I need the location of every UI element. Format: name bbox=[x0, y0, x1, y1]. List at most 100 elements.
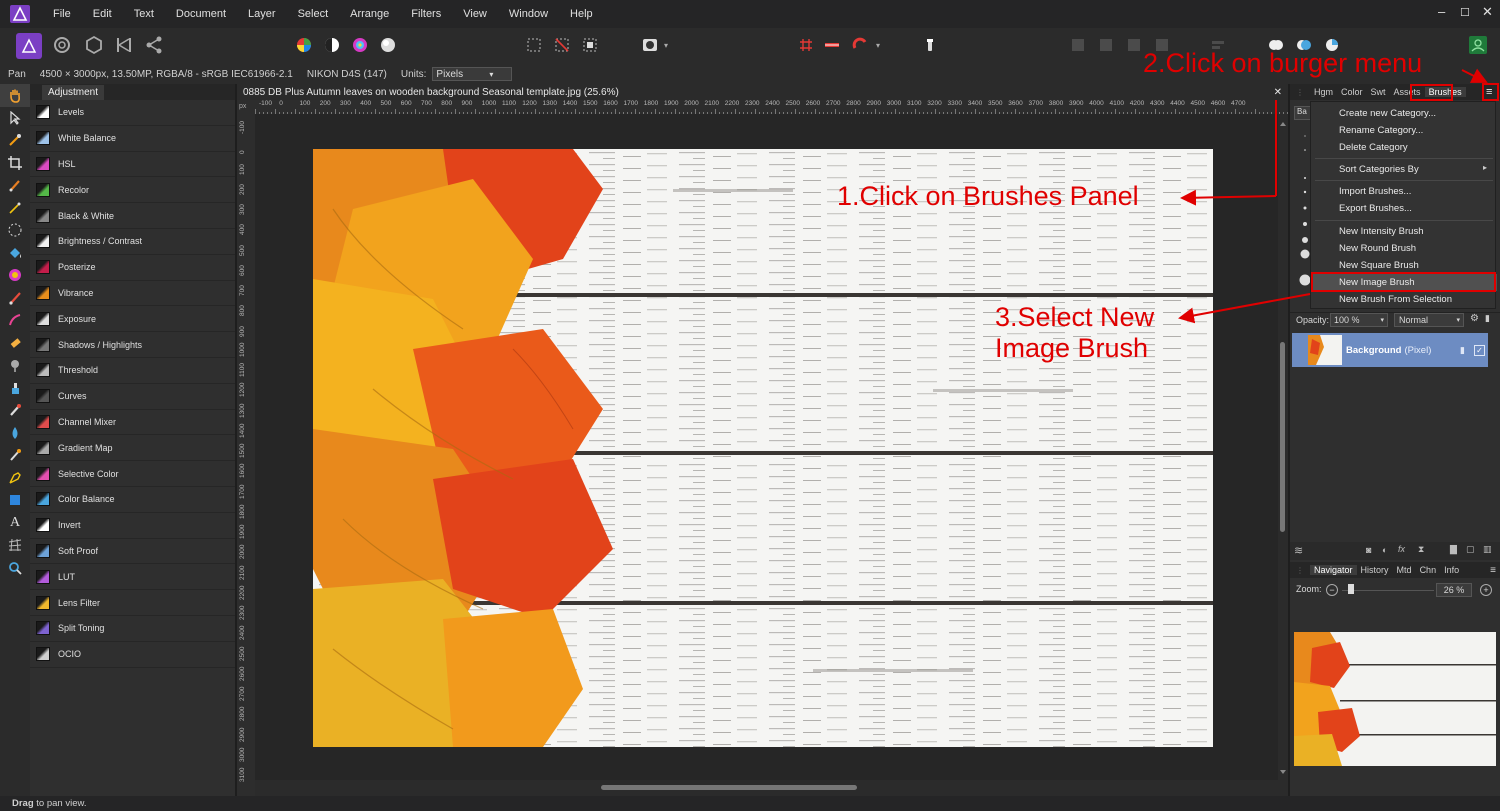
layer-settings-gear-icon[interactable]: ⚙ bbox=[1470, 313, 1479, 324]
tab-adjustment[interactable]: Adjustment bbox=[42, 84, 105, 100]
close-icon[interactable]: ✕ bbox=[1482, 4, 1493, 20]
export-persona-icon[interactable] bbox=[142, 33, 166, 57]
flood-fill-tool-icon[interactable] bbox=[0, 242, 30, 265]
adjustment-item[interactable]: Brightness / Contrast bbox=[30, 229, 235, 255]
blend-mode-select[interactable]: Normal ▾ bbox=[1394, 313, 1464, 327]
adjustment-item[interactable]: Invert bbox=[30, 513, 235, 539]
mask-layer-icon[interactable]: ◙ bbox=[1366, 545, 1371, 555]
opacity-field[interactable]: 100 % ▾ bbox=[1330, 313, 1388, 327]
scroll-down-icon[interactable] bbox=[1280, 770, 1286, 774]
adjustment-item[interactable]: Gradient Map bbox=[30, 435, 235, 462]
zoom-slider-handle[interactable] bbox=[1348, 584, 1354, 594]
hourglass-icon[interactable]: ⧗ bbox=[1418, 544, 1424, 555]
menu-item-export-brushes[interactable]: Export Brushes... bbox=[1311, 200, 1497, 217]
adjustment-layer-icon[interactable]: ◐ bbox=[1382, 545, 1387, 555]
mesh-warp-tool-icon[interactable] bbox=[0, 444, 30, 467]
invert-selection-icon[interactable] bbox=[578, 33, 602, 57]
gradient-tool-icon[interactable] bbox=[0, 264, 30, 287]
menu-window[interactable]: Window bbox=[498, 8, 559, 20]
zoom-tool-icon[interactable] bbox=[0, 557, 30, 580]
navigator-preview[interactable] bbox=[1294, 632, 1496, 766]
menu-item-create-new-category[interactable]: Create new Category... bbox=[1311, 105, 1497, 122]
menu-layer[interactable]: Layer bbox=[237, 8, 287, 20]
quick-mask-icon[interactable] bbox=[638, 33, 662, 57]
adjustment-item[interactable]: Split Toning bbox=[30, 616, 235, 642]
adjustment-item[interactable]: Color Balance bbox=[30, 487, 235, 513]
adjustment-item[interactable]: Black & White bbox=[30, 203, 235, 229]
navigator-menu-icon[interactable]: ≡ bbox=[1490, 565, 1496, 576]
tab-navigator[interactable]: Navigator bbox=[1310, 565, 1357, 575]
menu-edit[interactable]: Edit bbox=[82, 8, 123, 20]
menu-help[interactable]: Help bbox=[559, 8, 604, 20]
adjustment-item[interactable]: OCIO bbox=[30, 642, 235, 668]
artistic-text-tool-icon[interactable]: A bbox=[0, 512, 30, 535]
adjustment-item[interactable]: Soft Proof bbox=[30, 539, 235, 565]
zoom-value-field[interactable]: 26 % bbox=[1436, 583, 1472, 597]
tab-hgm[interactable]: Hgm bbox=[1310, 87, 1337, 97]
vertical-scrollbar[interactable] bbox=[1278, 114, 1288, 780]
adjustment-item[interactable]: Levels bbox=[30, 100, 235, 126]
menu-filters[interactable]: Filters bbox=[400, 8, 452, 20]
adjustment-item[interactable]: Shadows / Highlights bbox=[30, 332, 235, 358]
assistant-icon[interactable] bbox=[918, 33, 942, 57]
layers-stack-icon[interactable]: ≋ bbox=[1294, 544, 1303, 557]
canvas-image[interactable] bbox=[313, 149, 1213, 747]
menu-item-new-round-brush[interactable]: New Round Brush bbox=[1311, 240, 1497, 257]
tone-mapping-persona-icon[interactable] bbox=[112, 33, 136, 57]
snapping-magnet-icon[interactable] bbox=[848, 33, 872, 57]
auto-levels-icon[interactable] bbox=[292, 33, 316, 57]
menu-view[interactable]: View bbox=[452, 8, 498, 20]
menu-file[interactable]: File bbox=[42, 8, 82, 20]
adjustment-item[interactable]: Curves bbox=[30, 384, 235, 410]
brushes-burger-menu-icon[interactable]: ≡ bbox=[1486, 86, 1492, 98]
menu-item-rename-category[interactable]: Rename Category... bbox=[1311, 122, 1497, 139]
layer-lock-icon[interactable]: ▮ bbox=[1460, 345, 1465, 356]
units-select[interactable]: Pixels ▾ bbox=[432, 67, 513, 81]
adjustment-item[interactable]: Channel Mixer bbox=[30, 410, 235, 436]
adjustment-item[interactable]: Lens Filter bbox=[30, 590, 235, 616]
zoom-slider[interactable] bbox=[1342, 590, 1434, 591]
view-tool-icon[interactable] bbox=[0, 84, 30, 107]
tab-mtd[interactable]: Mtd bbox=[1393, 565, 1416, 575]
adjustment-item[interactable]: Threshold bbox=[30, 358, 235, 384]
color-picker-tool-icon[interactable] bbox=[0, 129, 30, 152]
quick-mask-dropdown-icon[interactable]: ▾ bbox=[660, 33, 672, 57]
mesh-tool-icon[interactable] bbox=[0, 534, 30, 557]
zoom-in-icon[interactable]: + bbox=[1480, 584, 1492, 596]
adjustment-item[interactable]: Recolor bbox=[30, 177, 235, 204]
tab-info[interactable]: Info bbox=[1440, 565, 1463, 575]
maximize-icon[interactable]: ☐ bbox=[1460, 6, 1470, 19]
rectangle-tool-icon[interactable] bbox=[0, 489, 30, 512]
move-tool-icon[interactable] bbox=[0, 107, 30, 130]
zoom-out-icon[interactable]: − bbox=[1326, 584, 1338, 596]
menu-item-new-brush-from-selection[interactable]: New Brush From Selection bbox=[1311, 291, 1497, 308]
marquee-tool-icon[interactable] bbox=[0, 219, 30, 242]
menu-select[interactable]: Select bbox=[287, 8, 340, 20]
develop-persona-icon[interactable] bbox=[82, 33, 106, 57]
pixel-tool-icon[interactable] bbox=[0, 309, 30, 332]
crop-tool-icon[interactable] bbox=[0, 152, 30, 175]
scroll-up-icon[interactable] bbox=[1280, 122, 1286, 126]
live-filter-icon[interactable]: fx bbox=[1398, 544, 1405, 554]
document-tab[interactable]: 0885 DB Plus Autumn leaves on wooden bac… bbox=[237, 84, 1288, 100]
user-account-icon[interactable] bbox=[1466, 33, 1490, 57]
tab-chn[interactable]: Chn bbox=[1416, 565, 1441, 575]
auto-colors-icon[interactable] bbox=[348, 33, 372, 57]
clone-brush-tool-icon[interactable] bbox=[0, 377, 30, 400]
tab-color[interactable]: Color bbox=[1337, 87, 1367, 97]
menu-item-new-intensity-brush[interactable]: New Intensity Brush bbox=[1311, 223, 1497, 240]
snapping-dropdown-icon[interactable]: ▾ bbox=[872, 33, 884, 57]
tab-history[interactable]: History bbox=[1357, 565, 1393, 575]
layer-visibility-checkbox[interactable]: ✓ bbox=[1474, 344, 1485, 356]
menu-arrange[interactable]: Arrange bbox=[339, 8, 400, 20]
snapping-grid-icon[interactable] bbox=[794, 33, 818, 57]
photo-persona-icon[interactable] bbox=[16, 33, 42, 59]
blur-brush-tool-icon[interactable] bbox=[0, 422, 30, 445]
deselect-icon[interactable] bbox=[550, 33, 574, 57]
arrange-back-icon[interactable] bbox=[1066, 33, 1090, 57]
liquify-persona-icon[interactable] bbox=[50, 33, 74, 57]
menu-item-import-brushes[interactable]: Import Brushes... bbox=[1311, 183, 1497, 200]
vertical-scroll-thumb[interactable] bbox=[1280, 342, 1285, 532]
close-document-icon[interactable]: ✕ bbox=[1274, 87, 1282, 98]
adjustment-item[interactable]: HSL bbox=[30, 152, 235, 178]
